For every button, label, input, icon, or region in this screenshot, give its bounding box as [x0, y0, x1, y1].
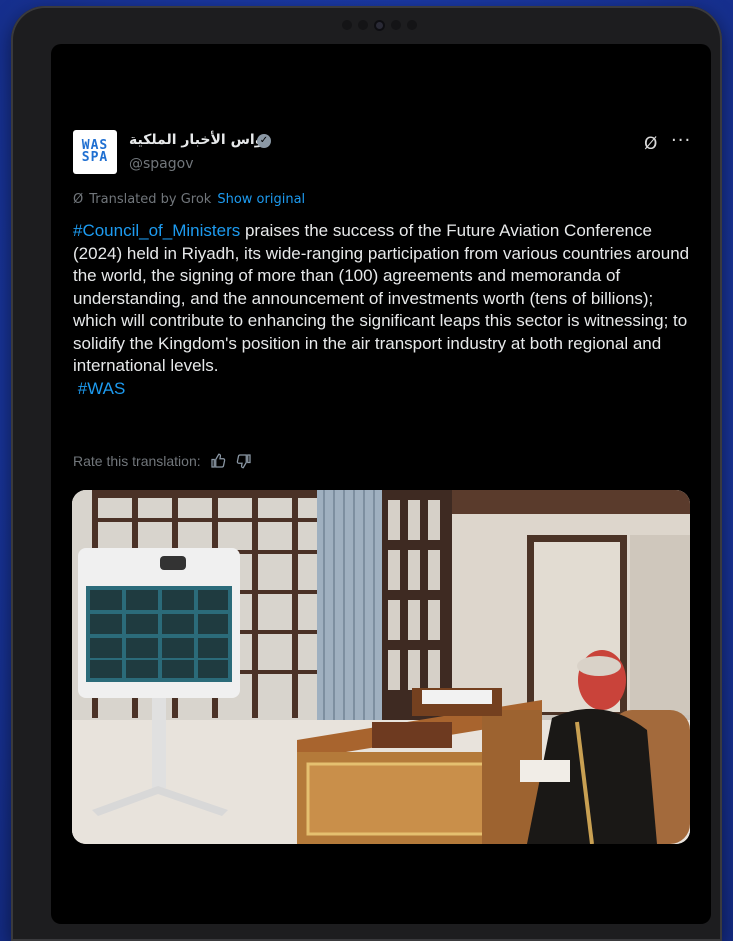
rate-translation-label: Rate this translation: [73, 453, 201, 469]
camera-bar [323, 18, 435, 32]
avatar[interactable]: WAS SPA [73, 130, 117, 174]
post-text: #Council_of_Ministers praises the succes… [73, 220, 693, 400]
sensor-icon [406, 20, 417, 30]
verified-badge-icon: ✓ [257, 134, 271, 148]
sensor-icon [357, 20, 368, 30]
user-handle[interactable]: @spagov [129, 156, 194, 172]
thumbs-up-icon[interactable] [209, 452, 227, 470]
post-photo[interactable] [72, 490, 690, 844]
tablet-frame: WAS SPA واس الأخبار الملكية ✓ @spagov Ø … [11, 6, 722, 941]
post-screen: WAS SPA واس الأخبار الملكية ✓ @spagov Ø … [51, 44, 711, 924]
sensor-icon [341, 20, 352, 30]
grok-icon[interactable]: Ø [644, 134, 657, 154]
meeting-photo-illustration [72, 490, 690, 844]
post-header: WAS SPA واس الأخبار الملكية ✓ @spagov Ø … [73, 130, 693, 176]
camera-icon [373, 19, 385, 31]
display-name[interactable]: واس الأخبار الملكية [129, 132, 263, 148]
sensor-icon [390, 20, 401, 30]
translation-notice: Ø Translated by Grok Show original [73, 192, 305, 207]
show-original-link[interactable]: Show original [217, 192, 305, 207]
translated-by-label: Translated by Grok [89, 192, 212, 207]
more-options-icon[interactable]: ··· [671, 130, 691, 151]
post-body: praises the success of the Future Aviati… [73, 221, 690, 375]
grok-icon: Ø [73, 192, 84, 207]
thumbs-down-icon[interactable] [235, 452, 253, 470]
hashtag-council-of-ministers[interactable]: #Council_of_Ministers [73, 221, 240, 240]
avatar-logo-bottom: SPA [81, 150, 109, 165]
hashtag-was[interactable]: #WAS [78, 379, 126, 398]
rate-translation: Rate this translation: [73, 452, 253, 470]
